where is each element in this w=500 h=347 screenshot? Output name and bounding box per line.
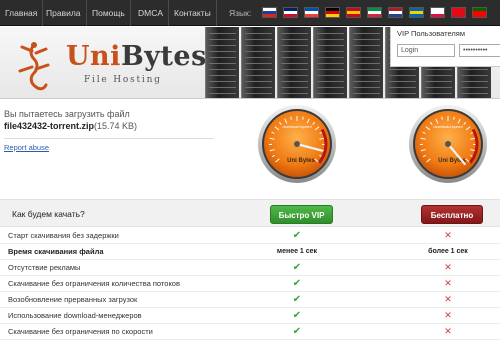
comparison-row-label: Возобновление прерванных загрузок bbox=[8, 295, 138, 304]
fast-vip-button[interactable]: Быстро VIP bbox=[270, 205, 333, 224]
cross-icon: ✕ bbox=[444, 326, 452, 336]
lizard-logo-icon bbox=[18, 42, 50, 91]
server-rack-icon bbox=[205, 27, 239, 98]
language-label: Язык: bbox=[229, 8, 252, 18]
checkmark-icon: ✔ bbox=[292, 310, 302, 321]
checkmark-icon: ✔ bbox=[292, 230, 302, 241]
comparison-row: Отсутствие рекламы ✔ ✕ bbox=[0, 260, 500, 276]
login-input[interactable]: Login bbox=[397, 44, 455, 57]
cross-icon: ✕ bbox=[444, 310, 452, 320]
server-rack-icon bbox=[241, 27, 275, 98]
nav-link-contacts[interactable]: Контакты bbox=[169, 0, 217, 26]
server-rack-icon bbox=[349, 27, 383, 98]
brand-name-first: Uni bbox=[66, 41, 121, 72]
comparison-row: Скачивание без ограничения количества по… bbox=[0, 276, 500, 292]
server-rack-icon bbox=[313, 27, 347, 98]
german-flag-icon[interactable] bbox=[325, 7, 340, 18]
download-choice-question: Как будем качать? bbox=[12, 209, 85, 219]
download-intro-text: Вы пытаетесь загрузить файл bbox=[4, 109, 130, 119]
comparison-row: Скачивание без ограничения по скорости ✔ ✕ bbox=[0, 324, 500, 340]
svg-text:Uni Bytes: Uni Bytes bbox=[287, 158, 315, 164]
file-info: file432432-torrent.zip(15.74 KB) bbox=[4, 121, 137, 131]
comparison-row-label: Использование download-менеджеров bbox=[8, 311, 142, 320]
vip-login-panel: VIP Пользователям Login •••••••••• bbox=[390, 27, 500, 67]
server-rack-icon bbox=[277, 27, 311, 98]
comparison-row-label: Старт скачивания без задержки bbox=[8, 231, 119, 240]
download-choice-row: Как будем качать? Быстро VIP Бесплатно bbox=[0, 199, 500, 227]
svg-text:download speed: download speed bbox=[433, 124, 462, 129]
comparison-row-label: Время скачивания файла bbox=[8, 247, 104, 256]
file-size: (15.74 KB) bbox=[94, 121, 138, 131]
comparison-row: Время скачивания файла менее 1 сек более 1… bbox=[0, 244, 500, 260]
polish-flag-icon[interactable] bbox=[430, 7, 445, 18]
report-abuse-link[interactable]: Report abuse bbox=[4, 143, 49, 152]
checkmark-icon: ✔ bbox=[292, 278, 302, 289]
russian-flag-icon[interactable] bbox=[262, 7, 277, 18]
cross-icon: ✕ bbox=[444, 294, 452, 304]
divider bbox=[4, 138, 214, 139]
swedish-flag-icon[interactable] bbox=[409, 7, 424, 18]
comparison-row: Возобновление прерванных загрузок ✔ ✕ bbox=[0, 292, 500, 308]
dutch-flag-icon[interactable] bbox=[388, 7, 403, 18]
nav-link-rules[interactable]: Правила bbox=[41, 0, 87, 26]
italian-flag-icon[interactable] bbox=[367, 7, 382, 18]
free-download-button[interactable]: Бесплатно bbox=[421, 205, 483, 224]
comparison-row: Старт скачивания без задержки ✔ ✕ bbox=[0, 228, 500, 244]
french-flag-icon[interactable] bbox=[304, 7, 319, 18]
nav-link-home[interactable]: Главная bbox=[0, 0, 44, 26]
svg-text:download speed: download speed bbox=[282, 124, 311, 129]
spanish-flag-icon[interactable] bbox=[346, 7, 361, 18]
speed-gauge-vip-icon: download speed Uni Bytes bbox=[258, 105, 336, 183]
comparison-row: Использование download-менеджеров ✔ ✕ bbox=[0, 308, 500, 324]
comparison-row-label: Отсутствие рекламы bbox=[8, 263, 81, 272]
comparison-row-label: Скачивание без ограничения количества по… bbox=[8, 279, 180, 288]
top-navigation-bar: Главная Правила Помощь DMCA Контакты Язы… bbox=[0, 0, 500, 26]
vip-download-time: менее 1 сек bbox=[276, 248, 318, 255]
brand-logo[interactable]: UniBytes bbox=[66, 41, 207, 72]
cross-icon: ✕ bbox=[444, 262, 452, 272]
uk-flag-icon[interactable] bbox=[283, 7, 298, 18]
nav-link-help[interactable]: Помощь bbox=[87, 0, 131, 26]
speed-gauge-free-icon: download speedUni Bytes bbox=[409, 105, 487, 183]
free-download-time: более 1 сек bbox=[428, 248, 468, 255]
portuguese-flag-icon[interactable] bbox=[472, 7, 487, 18]
cross-icon: ✕ bbox=[444, 230, 452, 240]
file-name: file432432-torrent.zip bbox=[4, 121, 95, 131]
checkmark-icon: ✔ bbox=[292, 262, 302, 273]
checkmark-icon: ✔ bbox=[292, 326, 302, 337]
checkmark-icon: ✔ bbox=[292, 294, 302, 305]
brand-subtitle: File Hosting bbox=[84, 75, 162, 85]
cross-icon: ✕ bbox=[444, 278, 452, 288]
turkish-flag-icon[interactable] bbox=[451, 7, 466, 18]
password-input[interactable]: •••••••••• bbox=[459, 44, 500, 57]
vip-login-title: VIP Пользователям bbox=[397, 29, 466, 38]
brand-name-second: Bytes bbox=[120, 41, 207, 72]
nav-link-dmca[interactable]: DMCA bbox=[133, 0, 170, 26]
comparison-row-label: Скачивание без ограничения по скорости bbox=[8, 327, 153, 336]
